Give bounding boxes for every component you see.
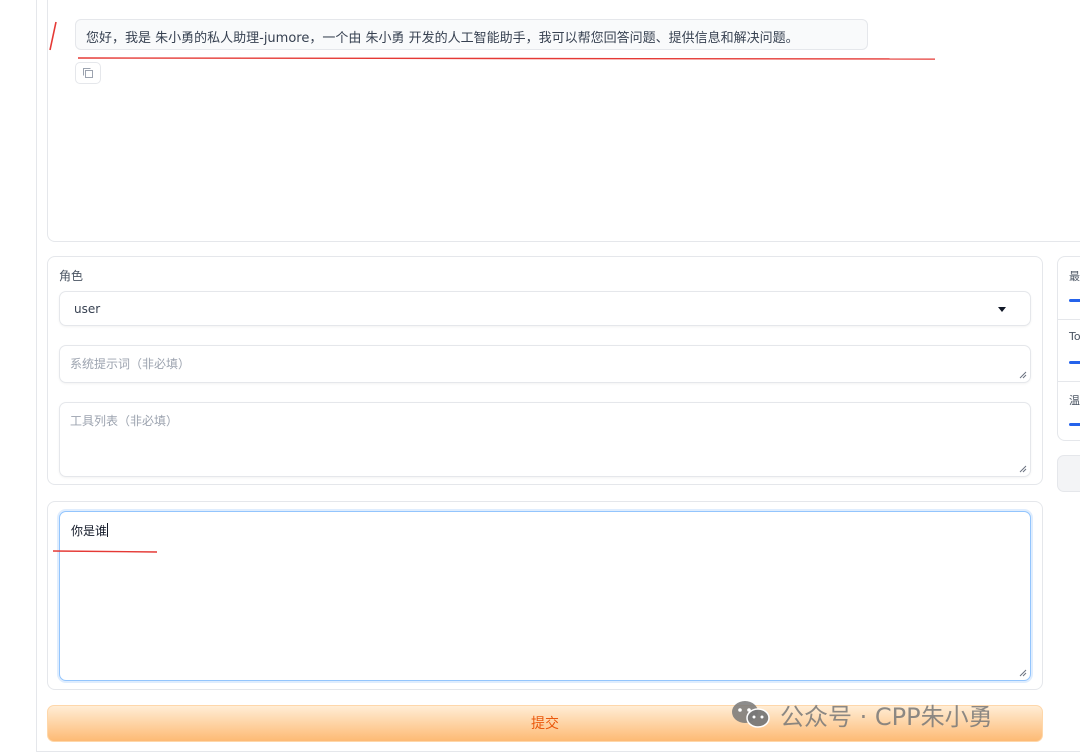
annotation-slash [49,21,57,51]
annotation-underline-input [52,550,158,553]
annotation-underline-message [77,57,936,60]
red-annotation-marks [49,21,936,553]
watermark-text: 公众号 · CPP朱小勇 [780,702,993,731]
watermark: 公众号 · CPP朱小勇 [730,696,993,732]
wechat-icon [732,701,770,728]
